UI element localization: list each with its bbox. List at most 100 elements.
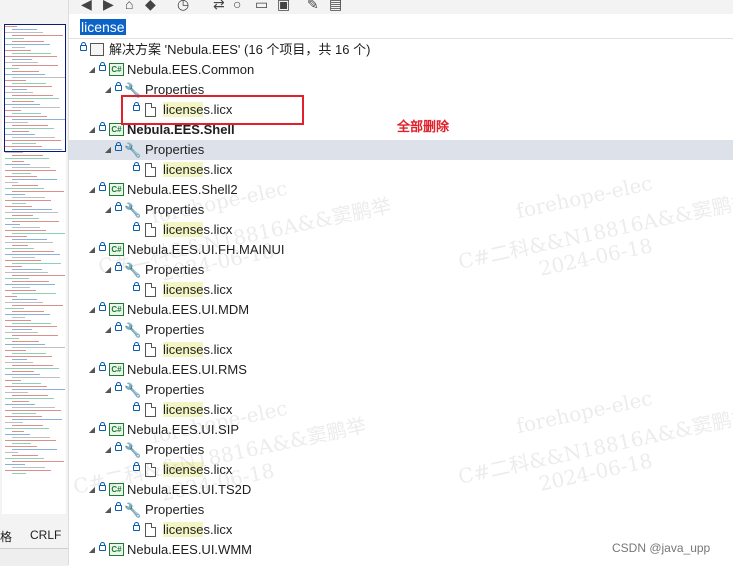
minimap-code-line <box>12 113 41 114</box>
encoding-status[interactable]: 格 <box>0 528 12 545</box>
minimap-code-line <box>5 380 21 381</box>
history-icon[interactable]: ◷ <box>177 0 189 13</box>
search-box[interactable]: license <box>69 16 733 39</box>
minimap-code-line <box>12 317 25 318</box>
collapse-arrow-icon[interactable]: ◢ <box>87 420 97 440</box>
minimap-code-line <box>12 467 45 468</box>
collapse-arrow-icon[interactable]: ◢ <box>103 500 113 520</box>
minimap-code-line <box>5 314 50 315</box>
file-node[interactable]: licenses.licx <box>69 520 733 540</box>
minimap-code-line <box>5 356 52 357</box>
lock-icon <box>133 282 140 291</box>
project-label: Nebula.EES.Common <box>127 62 255 77</box>
minimap-code-line <box>12 155 43 156</box>
minimap-code-line <box>5 452 18 453</box>
minimap-code-line <box>5 32 43 33</box>
minimap-code-line <box>5 302 43 303</box>
collapse-arrow-icon[interactable]: ◢ <box>103 320 113 340</box>
collapse-arrow-icon[interactable]: ◢ <box>87 120 97 140</box>
collapse-arrow-icon[interactable]: ◢ <box>103 440 113 460</box>
sync-icon[interactable]: ⇄ <box>213 0 225 13</box>
csharp-project-icon: C# <box>109 183 124 196</box>
minimap-code-line <box>12 449 57 450</box>
home-icon[interactable]: ⌂ <box>125 0 133 12</box>
search-input[interactable]: license <box>80 19 126 35</box>
properties-node[interactable]: ◢ 🔧 Properties <box>69 140 733 160</box>
minimap-code-line <box>5 38 24 39</box>
minimap-code-line <box>12 437 50 438</box>
minimap-code-line <box>5 98 59 99</box>
minimap-code-line <box>5 278 29 279</box>
minimap-code-line <box>5 362 33 363</box>
collapse-arrow-icon[interactable]: ◢ <box>103 380 113 400</box>
minimap-code-line <box>12 371 34 372</box>
code-minimap[interactable] <box>2 24 66 514</box>
minimap-code-line <box>5 242 53 243</box>
minimap-code-line <box>5 284 55 285</box>
minimap-code-line <box>12 65 58 66</box>
project-label: Nebula.EES.UI.MDM <box>127 302 250 317</box>
minimap-code-line <box>12 389 65 390</box>
minimap-code-line <box>12 461 64 462</box>
minimap-code-line <box>5 74 45 75</box>
minimap-code-line <box>5 344 45 345</box>
minimap-code-line <box>12 257 35 258</box>
properties-label: Properties <box>145 142 205 157</box>
minimap-code-line <box>12 353 46 354</box>
minimap-code-line <box>5 230 46 231</box>
file-node[interactable]: licenses.licx <box>69 340 733 360</box>
solution-explorer-toolbar: ◀ ▶ ⌂ ◆ ◷ ⇄ ○ ▭ ▣ ✎ ▤ <box>69 0 733 14</box>
minimap-code-line <box>12 173 31 174</box>
minimap-code-line <box>12 323 51 324</box>
collapse-arrow-icon[interactable]: ◢ <box>87 180 97 200</box>
collapse-arrow-icon[interactable]: ◢ <box>103 80 113 100</box>
line-ending-status[interactable]: CRLF <box>30 528 61 542</box>
minimap-code-line <box>12 251 54 252</box>
minimap-code-line <box>12 269 42 270</box>
properties-label: Properties <box>145 382 205 397</box>
collapse-arrow-icon[interactable]: ◢ <box>87 540 97 560</box>
properties-icon[interactable]: ✎ <box>307 0 319 13</box>
wrench-icon: 🔧 <box>124 502 142 518</box>
project-node[interactable]: ◢ C# Nebula.EES.UI.MDM <box>69 300 733 320</box>
file-label-rest: s.licx <box>203 162 233 177</box>
properties-node[interactable]: ◢ 🔧 Properties <box>69 320 733 340</box>
minimap-code-line <box>5 338 19 339</box>
refresh-icon[interactable]: ○ <box>233 0 241 12</box>
collapse-arrow-icon[interactable]: ◢ <box>87 300 97 320</box>
collapse-icon[interactable]: ▭ <box>255 0 268 13</box>
csharp-project-icon: C# <box>109 423 124 436</box>
file-label: licenses.licx <box>163 160 232 180</box>
lock-icon <box>133 522 140 531</box>
project-label: Nebula.EES.UI.RMS <box>127 362 247 377</box>
lock-icon <box>99 362 106 371</box>
vs-icon[interactable]: ◆ <box>145 0 156 13</box>
minimap-code-line <box>12 431 24 432</box>
forward-icon[interactable]: ▶ <box>103 0 114 13</box>
minimap-code-line <box>12 473 26 474</box>
file-icon <box>145 523 156 537</box>
collapse-arrow-icon[interactable]: ◢ <box>103 140 113 160</box>
minimap-code-line <box>12 425 43 426</box>
minimap-code-line <box>5 104 40 105</box>
minimap-code-line <box>5 248 34 249</box>
minimap-code-line <box>5 218 39 219</box>
show-all-files-icon[interactable]: ▣ <box>277 0 290 13</box>
minimap-code-line <box>5 470 51 471</box>
collapse-arrow-icon[interactable]: ◢ <box>103 200 113 220</box>
preview-icon[interactable]: ▤ <box>329 0 342 13</box>
minimap-code-line <box>12 359 27 360</box>
project-node[interactable]: ◢ C# Nebula.EES.UI.RMS <box>69 360 733 380</box>
minimap-code-line <box>12 191 64 192</box>
project-node[interactable]: ◢ C# Nebula.EES.Common <box>69 60 733 80</box>
solution-node[interactable]: 解决方案 'Nebula.EES' (16 个项目，共 16 个) <box>69 40 733 60</box>
minimap-code-line <box>12 395 48 396</box>
minimap-code-line <box>12 293 56 294</box>
collapse-arrow-icon[interactable]: ◢ <box>87 60 97 80</box>
back-icon[interactable]: ◀ <box>81 0 92 13</box>
minimap-code-line <box>12 137 55 138</box>
collapse-arrow-icon[interactable]: ◢ <box>87 360 97 380</box>
minimap-code-line <box>5 260 41 261</box>
file-label-rest: s.licx <box>203 342 233 357</box>
minimap-code-line <box>12 275 65 276</box>
